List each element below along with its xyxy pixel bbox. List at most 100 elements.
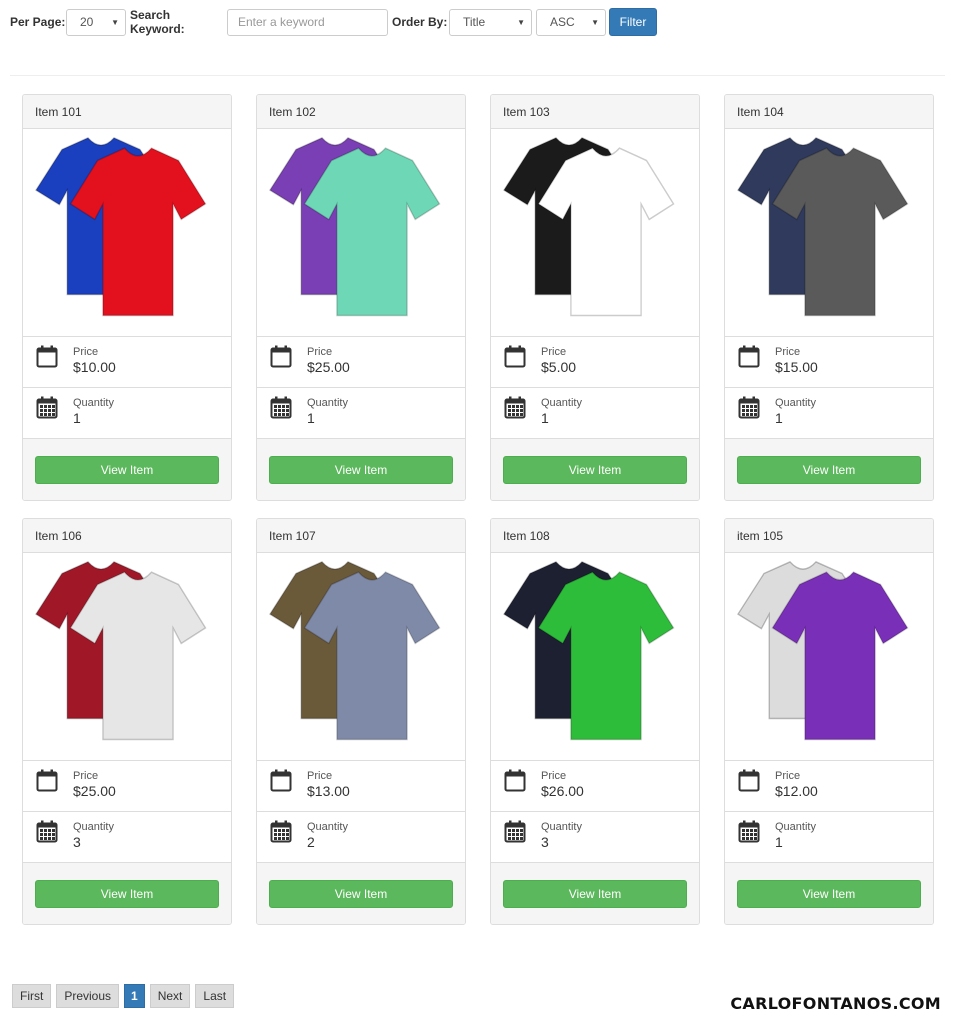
per-page-select[interactable]: 20 ▼: [66, 8, 126, 36]
calendar-icon: [36, 769, 58, 796]
calendar-grid-icon: [738, 396, 760, 423]
next-page-button[interactable]: Next: [149, 984, 191, 1008]
calendar-icon: [738, 769, 760, 796]
price-label: Price: [541, 346, 567, 358]
quantity-label: Quantity: [307, 397, 348, 409]
quantity-value: 3: [541, 834, 549, 850]
filter-toolbar: Per Page: 20 ▼ Search Keyword: Enter a k…: [10, 8, 657, 36]
item-card: Item 103 Price $5.00 Quantity 1 View Ite…: [490, 94, 700, 501]
quantity-row: Quantity 1: [491, 388, 699, 439]
price-label: Price: [775, 770, 801, 782]
calendar-grid-icon: [504, 396, 526, 423]
view-item-button[interactable]: View Item: [503, 456, 687, 484]
calendar-grid-icon: [738, 820, 760, 847]
calendar-grid-icon: [504, 820, 526, 847]
view-item-button[interactable]: View Item: [269, 456, 453, 484]
quantity-label: Quantity: [73, 821, 114, 833]
calendar-grid-icon: [36, 820, 58, 847]
calendar-icon: [270, 769, 292, 796]
quantity-value: 1: [541, 410, 549, 426]
tshirt-image: [725, 129, 933, 337]
item-card: Item 106 Price $25.00 Quantity 3 View It…: [22, 518, 232, 925]
calendar-grid-icon: [270, 820, 292, 847]
card-footer: View Item: [491, 439, 699, 500]
tshirt-image: [725, 553, 933, 761]
item-card: Item 102 Price $25.00 Quantity 1 View It…: [256, 94, 466, 501]
current-page-button[interactable]: 1: [124, 984, 145, 1008]
price-row: Price $12.00: [725, 761, 933, 812]
price-label: Price: [307, 346, 333, 358]
tshirt-image: [491, 553, 699, 761]
tshirt-image: [257, 553, 465, 761]
quantity-row: Quantity 1: [257, 388, 465, 439]
order-by-label: Order By:: [392, 15, 448, 29]
order-by-value: Title: [463, 15, 486, 29]
quantity-value: 2: [307, 834, 315, 850]
price-value: $13.00: [307, 783, 350, 799]
view-item-button[interactable]: View Item: [503, 880, 687, 908]
price-value: $10.00: [73, 359, 116, 375]
card-footer: View Item: [725, 863, 933, 924]
quantity-row: Quantity 1: [23, 388, 231, 439]
view-item-button[interactable]: View Item: [269, 880, 453, 908]
price-label: Price: [541, 770, 567, 782]
price-row: Price $25.00: [257, 337, 465, 388]
tshirt-image: [23, 553, 231, 761]
direction-value: ASC: [550, 15, 575, 29]
view-item-button[interactable]: View Item: [737, 456, 921, 484]
card-footer: View Item: [491, 863, 699, 924]
per-page-label: Per Page:: [10, 15, 66, 29]
item-title: Item 108: [491, 519, 699, 553]
quantity-row: Quantity 2: [257, 812, 465, 863]
calendar-icon: [504, 345, 526, 372]
calendar-icon: [504, 769, 526, 796]
quantity-label: Quantity: [541, 397, 582, 409]
quantity-label: Quantity: [541, 821, 582, 833]
per-page-value: 20: [80, 15, 94, 29]
view-item-button[interactable]: View Item: [35, 880, 219, 908]
search-input[interactable]: Enter a keyword: [227, 8, 388, 36]
quantity-label: Quantity: [307, 821, 348, 833]
calendar-grid-icon: [36, 396, 58, 423]
tshirt-image: [257, 129, 465, 337]
quantity-row: Quantity 1: [725, 812, 933, 863]
calendar-grid-icon: [270, 396, 292, 423]
first-page-button[interactable]: First: [12, 984, 52, 1008]
previous-page-button[interactable]: Previous: [56, 984, 120, 1008]
card-footer: View Item: [23, 439, 231, 500]
quantity-row: Quantity 3: [491, 812, 699, 863]
item-card: Item 101 Price $10.00 Quantity 1 View It…: [22, 94, 232, 501]
last-page-button[interactable]: Last: [195, 984, 235, 1008]
divider: [10, 75, 945, 76]
price-value: $26.00: [541, 783, 584, 799]
price-label: Price: [73, 770, 99, 782]
price-row: Price $13.00: [257, 761, 465, 812]
filter-button[interactable]: Filter: [609, 8, 657, 36]
price-row: Price $26.00: [491, 761, 699, 812]
price-value: $25.00: [307, 359, 350, 375]
item-title: Item 107: [257, 519, 465, 553]
item-title: Item 104: [725, 95, 933, 129]
price-label: Price: [73, 346, 99, 358]
quantity-row: Quantity 3: [23, 812, 231, 863]
direction-select[interactable]: ASC ▼: [536, 8, 606, 36]
quantity-value: 1: [307, 410, 315, 426]
price-value: $15.00: [775, 359, 818, 375]
price-label: Price: [307, 770, 333, 782]
price-row: Price $5.00: [491, 337, 699, 388]
item-title: item 105: [725, 519, 933, 553]
tshirt-image: [491, 129, 699, 337]
tshirt-image: [23, 129, 231, 337]
price-row: Price $15.00: [725, 337, 933, 388]
calendar-icon: [738, 345, 760, 372]
chevron-down-icon: ▼: [591, 17, 599, 27]
view-item-button[interactable]: View Item: [737, 880, 921, 908]
item-title: Item 103: [491, 95, 699, 129]
order-by-select[interactable]: Title ▼: [449, 8, 532, 36]
quantity-row: Quantity 1: [725, 388, 933, 439]
item-card: Item 107 Price $13.00 Quantity 2 View It…: [256, 518, 466, 925]
item-title: Item 101: [23, 95, 231, 129]
view-item-button[interactable]: View Item: [35, 456, 219, 484]
site-brand: CARLOFONTANOS.COM: [730, 994, 941, 1013]
calendar-icon: [36, 345, 58, 372]
